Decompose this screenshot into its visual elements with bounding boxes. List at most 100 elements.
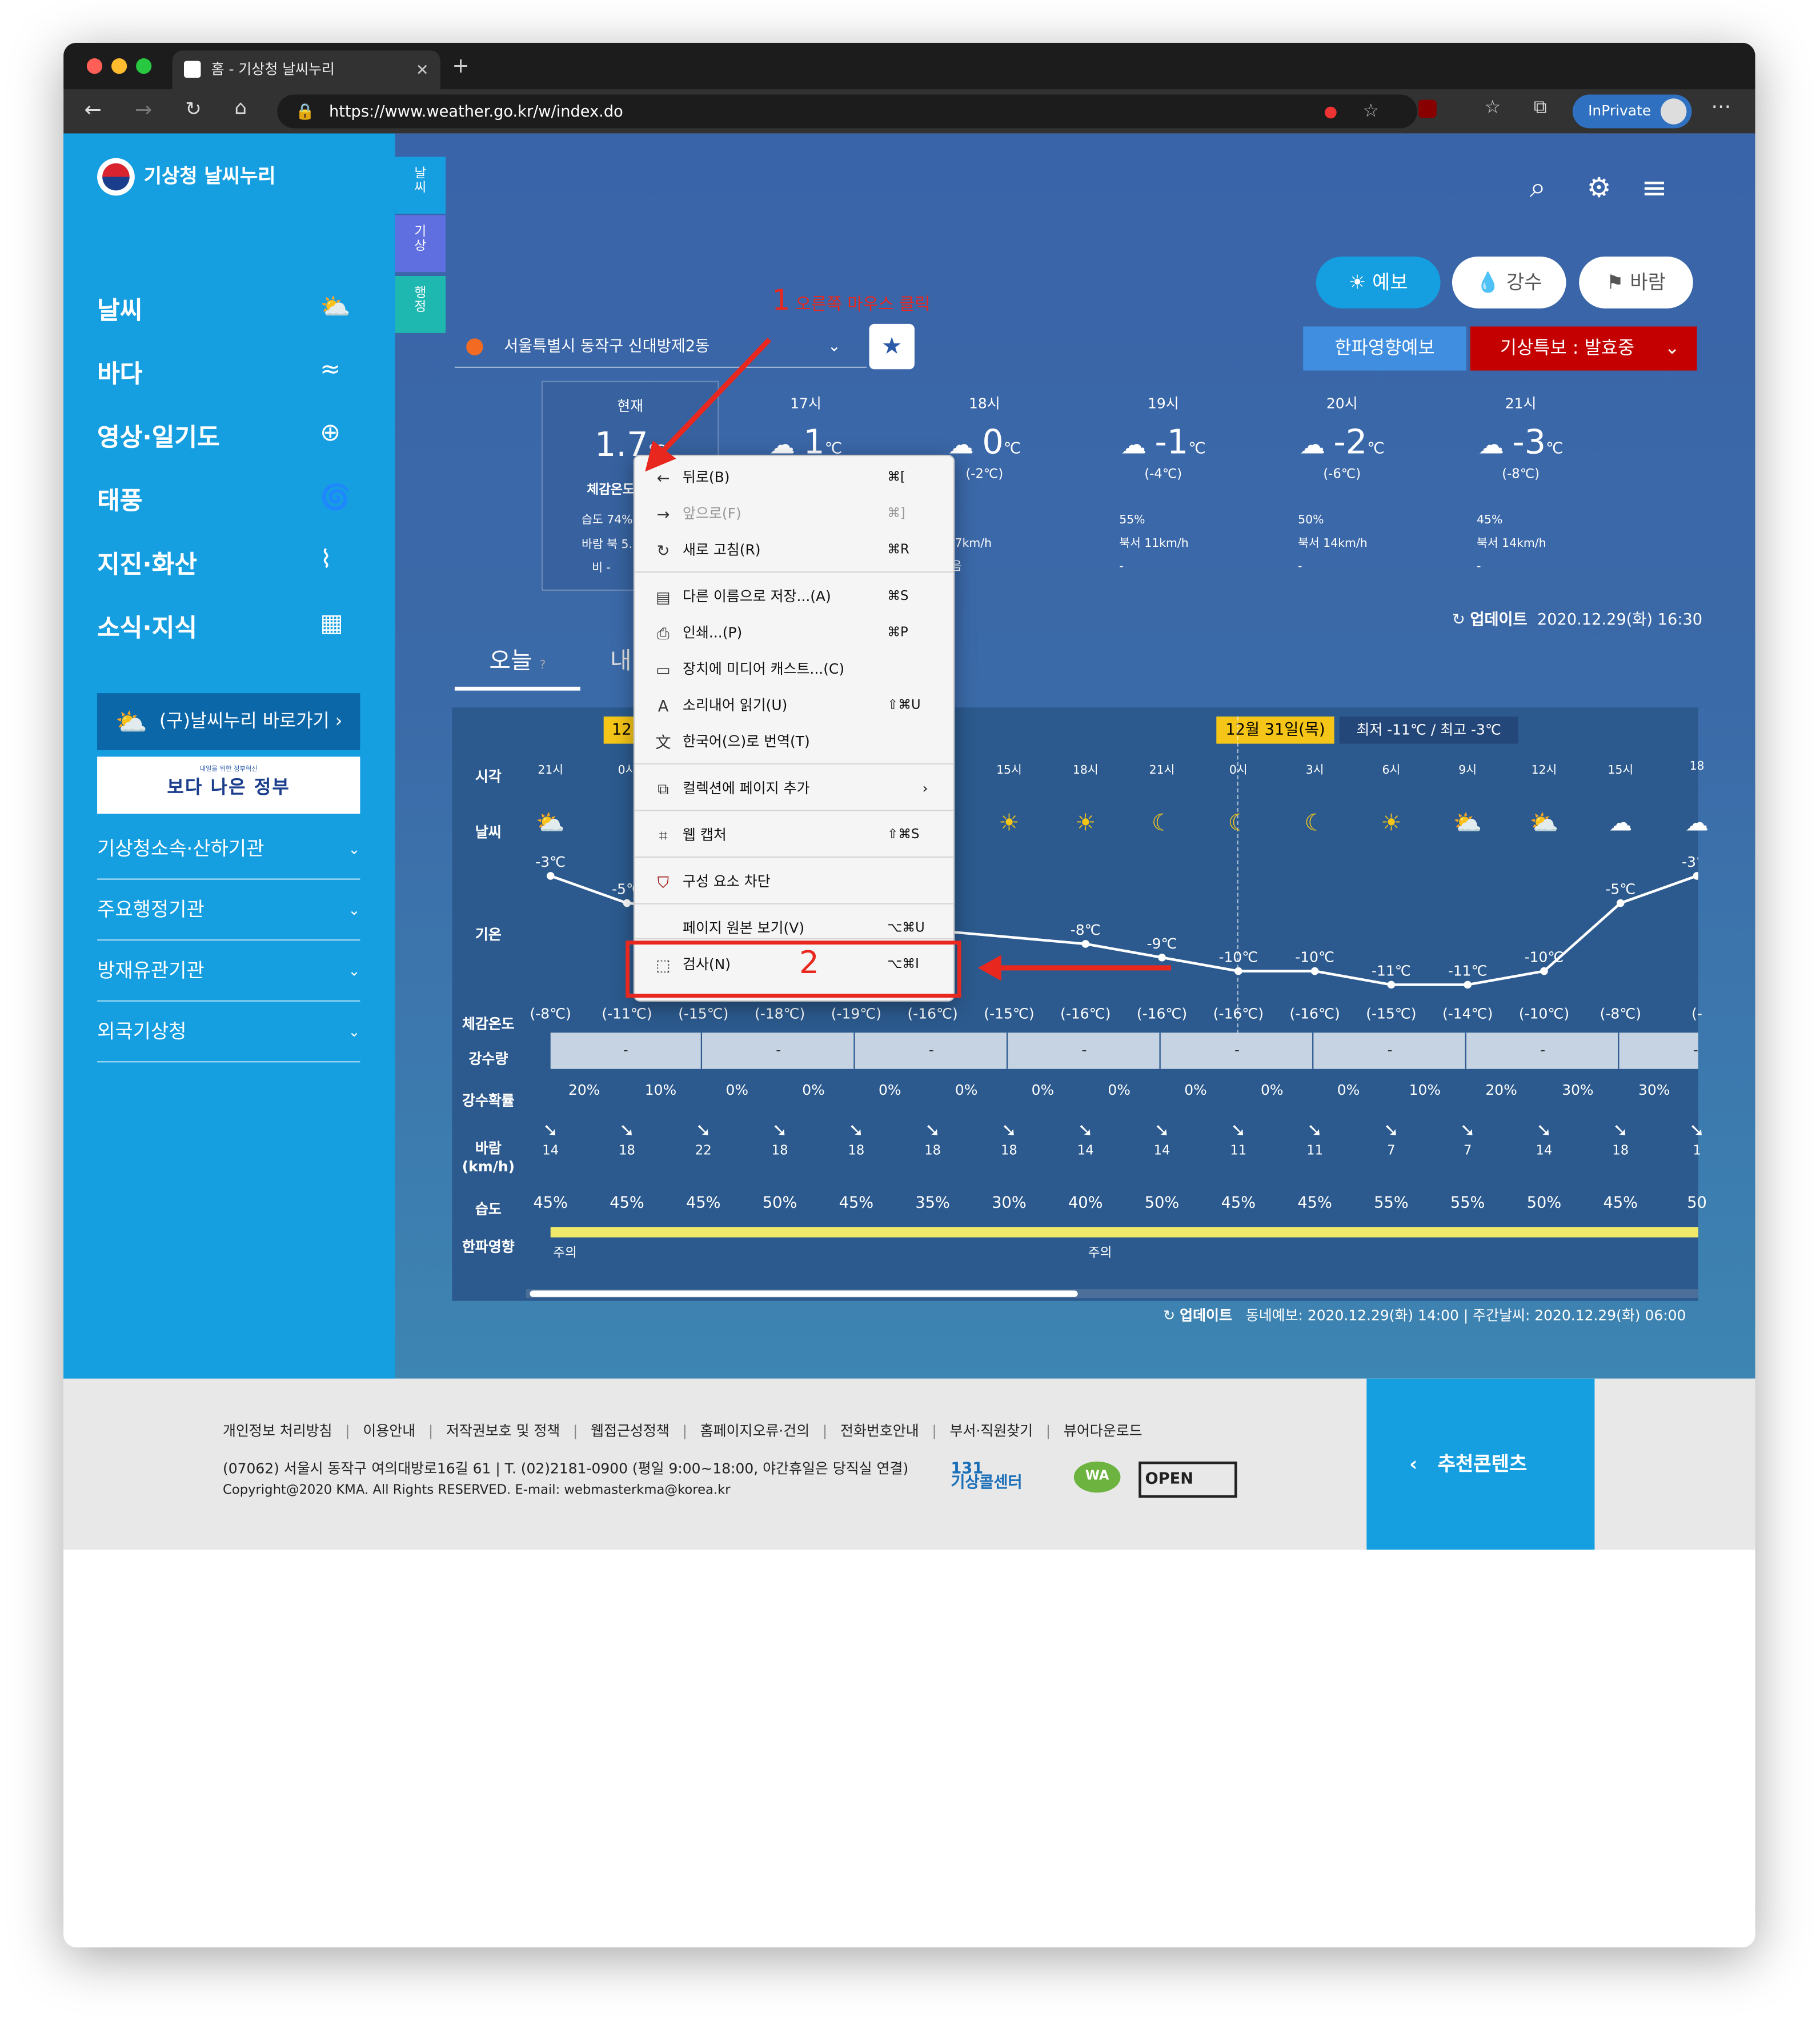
org-label: 기상청소속·산하기관 [97,837,264,861]
nav-item-4[interactable]: 지진·화산 ⌇ [63,546,395,585]
menu-item-9[interactable]: ⌗ 웹 캡처 ⇧⌘S [635,819,953,853]
browser-tab[interactable]: 홈 - 기상청 날씨누리 ✕ [172,50,440,90]
open-license-logo[interactable]: OPEN [1138,1461,1237,1498]
menu-item-2[interactable]: ↻ 새로 고침(R) ⌘R [635,534,953,567]
back-icon[interactable]: ← [84,97,101,122]
menu-item-label: 소리내어 읽기(U) [683,697,788,714]
tab-close-icon[interactable]: ✕ [416,50,429,89]
reload-icon[interactable]: ↻ [185,97,202,121]
footer-link[interactable]: 이용안내 [363,1423,415,1439]
menu-item-6[interactable]: A 소리내어 읽기(U) ⇧⌘U [635,689,953,723]
hour-hum: 50% [1298,514,1324,527]
minimize-window-button[interactable] [111,58,127,74]
hour-forecast-2: 19시 ☁ -1℃ (-4℃) 55% 북서 11km/h - [1085,393,1241,574]
ublock-extension-icon[interactable] [1418,99,1437,118]
menu-item-7[interactable]: 文 한국어(으)로 번역(T) [635,726,953,759]
link-separator: | [822,1422,828,1440]
annotation-step1: 1 오른쪽 마우스 클릭 [772,285,930,318]
temp-unit: ℃ [1003,439,1021,458]
book-icon: ▦ [320,609,343,638]
side-tab-1[interactable]: 기 상 [395,215,446,273]
menu-item-4[interactable]: ⎙ 인쇄...(P) ⌘P [635,617,953,650]
save-icon: ▤ [656,588,671,607]
menu-item-1[interactable]: → 앞으로(F) ⌘] [635,498,953,531]
nav-item-3[interactable]: 태풍 🌀 [63,482,395,521]
url-field[interactable]: 🔒 https://www.weather.go.kr/w/index.do ●… [277,94,1417,129]
inprivate-label: InPrivate [1588,102,1651,119]
menu-item-8[interactable]: ⧉ 컬렉션에 페이지 추가 › [635,772,953,806]
menu-item-3[interactable]: ▤ 다른 이름으로 저장...(A) ⌘S [635,581,953,614]
footer-link[interactable]: 웹접근성정책 [591,1423,670,1439]
mode-label: 예보 [1372,270,1408,294]
sun-cloud-icon: ☀ [1348,270,1366,294]
star-add-icon: ★ [881,333,903,361]
favorites-icon[interactable]: ☆ [1485,97,1501,118]
read-aloud-icon: A [658,697,669,715]
home-icon[interactable]: ⌂ [234,96,247,119]
special-warning-button[interactable]: 기상특보 : 발효중 ⌄ [1470,326,1697,371]
inprivate-button[interactable]: InPrivate [1572,94,1692,129]
more-menu-icon[interactable]: ··· [1711,95,1731,119]
tab-today[interactable]: 오늘 ? [454,633,580,691]
callcenter-logo[interactable]: 131 기상콜센터 [951,1460,1022,1490]
org-dropdown[interactable]: 기상청소속·산하기관 ⌄ [97,819,360,880]
maximize-window-button[interactable] [136,58,152,74]
cloud-icon: ☁ [1120,429,1155,460]
favorite-location-button[interactable]: ★ [869,323,915,370]
gov-banner[interactable]: 내일을 위한 정부혁신 보다 나은 정부 [97,757,360,814]
location-blocked-icon[interactable]: ● [1324,95,1337,129]
favorite-star-icon[interactable]: ☆ [1363,95,1379,129]
temperature-label: -10℃ [1295,949,1334,966]
search-icon[interactable]: ⌕ [1530,173,1546,205]
footer-link[interactable]: 홈페이지오류·건의 [700,1423,810,1439]
hamburger-menu-icon[interactable]: ≡ [1641,170,1667,206]
recommend-content-button[interactable]: ‹ 추천콘텐츠 [1366,1378,1595,1550]
footer-link[interactable]: 부서·직원찾기 [950,1423,1033,1439]
hour-temp-value: -2 [1333,423,1368,463]
tab-next[interactable]: 내 [610,633,632,691]
nav-item-1[interactable]: 바다 ≈ [63,355,395,394]
menu-item-label: 컬렉션에 페이지 추가 [683,780,810,797]
wa-mark-logo[interactable]: WA [1073,1461,1121,1493]
menu-item-10[interactable]: ⛉ 구성 요소 차단 [635,866,953,899]
nav-item-5[interactable]: 소식·지식 ▦ [63,609,395,648]
wind-mode-button[interactable]: ⚑ 바람 [1579,256,1693,309]
cloud-icon: ☁ [1299,429,1334,460]
org-dropdown[interactable]: 주요행정기관 ⌄ [97,880,360,941]
footer-link[interactable]: 저작권보호 및 정책 [446,1423,560,1439]
temp-unit: ℃ [1546,439,1564,458]
footer-link[interactable]: 전화번호안내 [840,1423,919,1439]
hour-feels: (-4℃) [1144,467,1182,482]
org-dropdown[interactable]: 방재유관기관 ⌄ [97,941,360,1002]
refresh-icon[interactable]: ↻ [1163,1307,1175,1324]
old-site-link[interactable]: ⛅ (구)날씨누리 바로가기 › [97,693,360,750]
nav-label: 영상·일기도 [97,423,220,453]
help-icon[interactable]: ? [540,659,546,673]
annotation-step2-number: 2 [799,945,819,981]
temperature-label: -8℃ [1071,922,1101,938]
menu-item-shortcut: ⌘[ [887,470,905,485]
org-dropdown[interactable]: 외국기상청 ⌄ [97,1002,360,1063]
settings-gear-icon[interactable]: ⚙ [1587,173,1611,203]
nav-item-2[interactable]: 영상·일기도 ⊕ [63,418,395,457]
scrollbar-thumb[interactable] [530,1290,1078,1297]
update-info-2: ↻ 업데이트 동네예보: 2020.12.29(화) 14:00 | 주간날씨:… [1163,1304,1686,1325]
close-window-button[interactable] [86,58,103,74]
menu-item-5[interactable]: ▭ 장치에 미디어 캐스트...(C) [635,653,953,687]
cloud-icon: ☁ [1478,429,1513,460]
footer-link[interactable]: 개인정보 처리방침 [223,1423,332,1439]
site-logo-text[interactable]: 기상청 날씨누리 [144,162,276,189]
link-separator: | [345,1422,350,1440]
coldwave-forecast-button[interactable]: 한파영향예보 [1303,326,1466,371]
side-tab-0[interactable]: 날 씨 [395,157,446,214]
refresh-icon[interactable]: ↻ [1452,610,1465,629]
side-tab-2[interactable]: 행 정 [395,275,446,333]
footer-link[interactable]: 뷰어다운로드 [1064,1423,1142,1439]
nav-item-0[interactable]: 날씨 ⛅ [63,291,395,330]
new-tab-icon[interactable]: + [452,53,469,78]
forward-icon[interactable]: → [135,97,152,122]
collections-icon[interactable]: ⧉ [1534,97,1547,118]
forecast-mode-button[interactable]: ☀ 예보 [1316,256,1441,309]
kma-logo-icon[interactable] [97,158,135,196]
precip-mode-button[interactable]: 💧 강수 [1452,256,1566,309]
